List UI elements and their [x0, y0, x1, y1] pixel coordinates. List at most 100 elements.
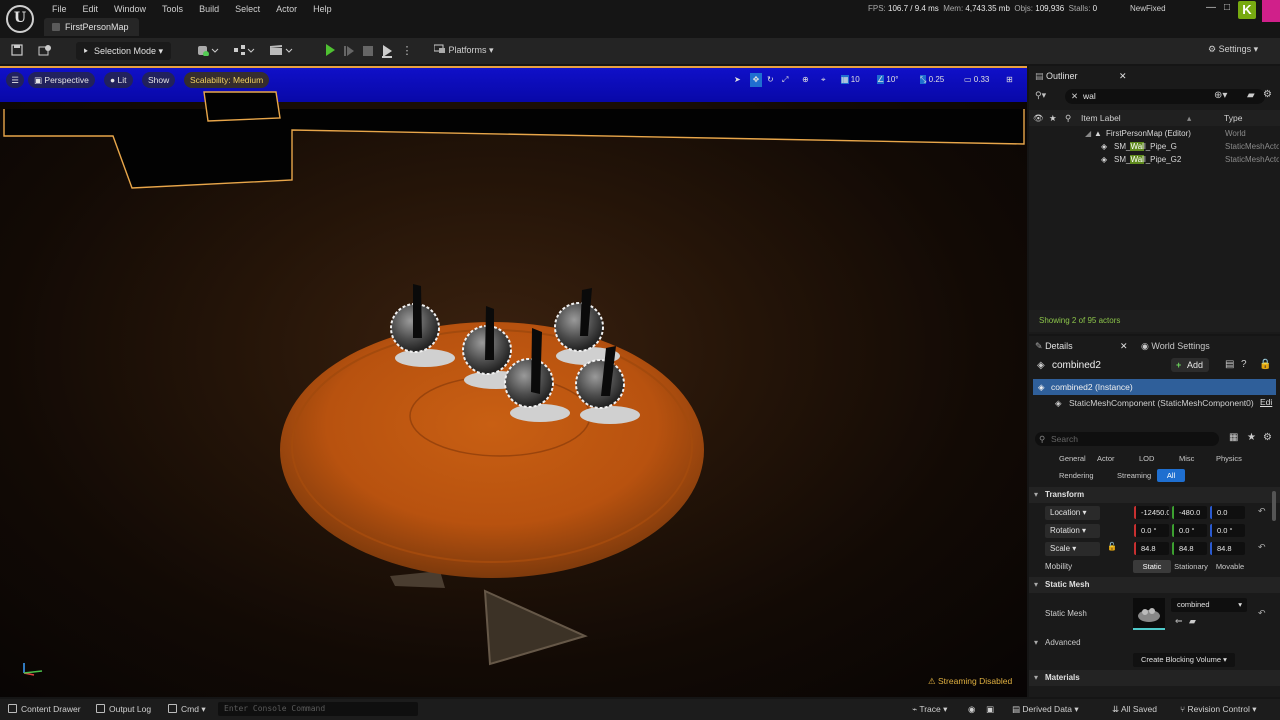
trace-dropdown[interactable]: ⌁ Trace ▾	[912, 703, 947, 716]
mobility-stationary[interactable]: Stationary	[1172, 560, 1210, 573]
tree-row-wall-pipe-g[interactable]: ◈ SM_Wall_Pipe_G StaticMeshActor	[1029, 140, 1280, 153]
tab-details[interactable]: ✎ Details	[1035, 339, 1073, 353]
blueprint-icon[interactable]	[232, 44, 256, 58]
close-outliner-icon[interactable]: ✕	[1119, 69, 1127, 83]
mesh-thumbnail[interactable]	[1133, 598, 1165, 630]
reset-mesh-icon[interactable]: ↶	[1258, 608, 1266, 619]
eject-icon[interactable]	[380, 44, 394, 58]
rotation-dropdown[interactable]: Rotation ▾	[1045, 524, 1100, 538]
location-y-field[interactable]: -480.0	[1172, 506, 1207, 519]
transform-section-header[interactable]: Transform	[1029, 487, 1280, 503]
select-tool-icon[interactable]: ➤	[734, 73, 741, 87]
menu-window[interactable]: Window	[106, 2, 154, 16]
help-icon[interactable]: ?	[1241, 359, 1247, 370]
browse-asset-icon[interactable]: ▰	[1189, 616, 1196, 627]
stop-icon[interactable]	[361, 44, 375, 58]
category-physics[interactable]: Physics	[1210, 452, 1248, 465]
scale-z-field[interactable]: 84.8	[1210, 542, 1245, 555]
translate-tool-icon[interactable]: ✥	[750, 73, 762, 87]
static-mesh-component-row[interactable]: ◈ StaticMeshComponent (StaticMeshCompone…	[1033, 396, 1276, 410]
reset-scale-icon[interactable]: ↶	[1258, 542, 1266, 553]
scale-tool-icon[interactable]: ⤢	[782, 73, 788, 87]
add-component-button[interactable]: Add	[1171, 358, 1210, 372]
pin-col-icon[interactable]: ⚲	[1065, 110, 1071, 126]
cmd-dropdown[interactable]: Cmd ▾	[168, 703, 206, 716]
output-log-button[interactable]: Output Log	[96, 703, 151, 716]
close-details-icon[interactable]: ✕	[1120, 339, 1128, 353]
materials-section-header[interactable]: Materials	[1029, 670, 1280, 686]
category-actor[interactable]: Actor	[1091, 452, 1121, 465]
category-all[interactable]: All	[1157, 469, 1185, 482]
filter-icon[interactable]: ⚲▾	[1035, 90, 1046, 101]
advanced-section[interactable]: ▾ Advanced	[1029, 636, 1280, 650]
content-drawer-button[interactable]: Content Drawer	[8, 703, 81, 716]
lit-button[interactable]: ● Lit	[104, 72, 133, 88]
selection-mode-dropdown[interactable]: Selection Mode ▾	[76, 42, 172, 60]
favorites-icon[interactable]: ★	[1247, 432, 1256, 443]
mobility-static[interactable]: Static	[1133, 560, 1171, 573]
minimize-button[interactable]: —	[1206, 2, 1216, 13]
table-view-icon[interactable]: ▦	[1229, 432, 1238, 443]
category-misc[interactable]: Misc	[1173, 452, 1200, 465]
mobility-movable[interactable]: Movable	[1211, 560, 1249, 573]
scalability-button[interactable]: Scalability: Medium	[184, 72, 270, 88]
scale-dropdown[interactable]: Scale ▾	[1045, 542, 1100, 556]
rotation-x-field[interactable]: 0.0 °	[1134, 524, 1169, 537]
component-instance-row[interactable]: ◈ combined2 (Instance)	[1033, 379, 1276, 395]
rotation-snap-button[interactable]: ∠ 10°	[877, 73, 917, 87]
unreal-logo-icon[interactable]	[6, 5, 34, 33]
category-general[interactable]: General	[1053, 452, 1092, 465]
bookmark-icon[interactable]: ▣	[986, 703, 994, 716]
perspective-button[interactable]: ▣ Perspective	[28, 72, 95, 88]
tree-row-world[interactable]: ◢ ▲ FirstPersonMap (Editor) World	[1029, 127, 1280, 140]
content-browser-icon[interactable]	[38, 44, 52, 58]
category-streaming[interactable]: Streaming	[1111, 469, 1157, 482]
console-input[interactable]: Enter Console Command	[218, 702, 418, 716]
static-mesh-section-header[interactable]: Static Mesh	[1029, 577, 1280, 593]
add-filter-icon[interactable]: ⊕▾	[1214, 90, 1227, 101]
details-search-input[interactable]: ⚲ Search	[1035, 432, 1219, 446]
cinematics-icon[interactable]	[268, 44, 294, 58]
location-z-field[interactable]: 0.0	[1210, 506, 1245, 519]
settings-dropdown[interactable]: ⚙ Settings ▾	[1208, 44, 1258, 55]
derived-data-button[interactable]: ▤ Derived Data ▾	[1012, 703, 1079, 716]
menu-select[interactable]: Select	[227, 2, 268, 16]
category-rendering[interactable]: Rendering	[1053, 469, 1100, 482]
rotation-z-field[interactable]: 0.0 °	[1210, 524, 1245, 537]
folder-icon[interactable]: ▰	[1247, 90, 1255, 101]
tab-outliner[interactable]: ▤ Outliner	[1035, 69, 1078, 83]
scale-y-field[interactable]: 84.8	[1172, 542, 1207, 555]
show-button[interactable]: Show	[142, 72, 176, 88]
blueprint-convert-icon[interactable]: ▤	[1225, 359, 1234, 370]
lock-icon[interactable]: 🔒	[1259, 359, 1271, 370]
clear-search-icon[interactable]: ✕	[1071, 89, 1078, 104]
revision-control-button[interactable]: ⑂ Revision Control ▾	[1180, 703, 1257, 716]
menu-tools[interactable]: Tools	[154, 2, 191, 16]
use-selected-icon[interactable]: ⇐	[1175, 616, 1183, 627]
edit-component-link[interactable]: Edi	[1260, 397, 1272, 407]
rotation-y-field[interactable]: 0.0 °	[1172, 524, 1207, 537]
expand-arrow-icon[interactable]: ◢	[1085, 127, 1091, 140]
step-icon[interactable]	[342, 44, 356, 58]
level-viewport[interactable]: ☰ ▣ Perspective ● Lit Show Scalability: …	[0, 66, 1027, 697]
surface-snap-icon[interactable]: ⌖	[821, 73, 826, 87]
record-icon[interactable]: ◉	[968, 703, 975, 716]
scale-x-field[interactable]: 84.8	[1134, 542, 1169, 555]
scale-snap-button[interactable]: ⤡ 0.25	[920, 73, 960, 87]
grid-snap-button[interactable]: ▦ 10	[841, 73, 881, 87]
rotate-tool-icon[interactable]: ↻	[767, 73, 774, 87]
maximize-button[interactable]: □	[1224, 2, 1230, 13]
menu-actor[interactable]: Actor	[268, 2, 305, 16]
create-blocking-volume-button[interactable]: Create Blocking Volume ▾	[1133, 653, 1235, 667]
outliner-search-input[interactable]: ✕ wal	[1065, 89, 1265, 104]
menu-file[interactable]: File	[44, 2, 75, 16]
platforms-dropdown[interactable]: Platforms ▾	[433, 44, 494, 56]
world-space-icon[interactable]: ⊕	[802, 73, 809, 87]
scale-lock-icon[interactable]: 🔓	[1107, 542, 1117, 551]
menu-build[interactable]: Build	[191, 2, 227, 16]
all-saved-button[interactable]: ⇊ All Saved	[1112, 703, 1157, 716]
reset-location-icon[interactable]: ↶	[1258, 506, 1266, 517]
tab-first-person-map[interactable]: FirstPersonMap	[44, 18, 139, 36]
play-options-icon[interactable]: ⋮	[400, 44, 414, 58]
favorite-col-icon[interactable]: ★	[1049, 110, 1057, 126]
